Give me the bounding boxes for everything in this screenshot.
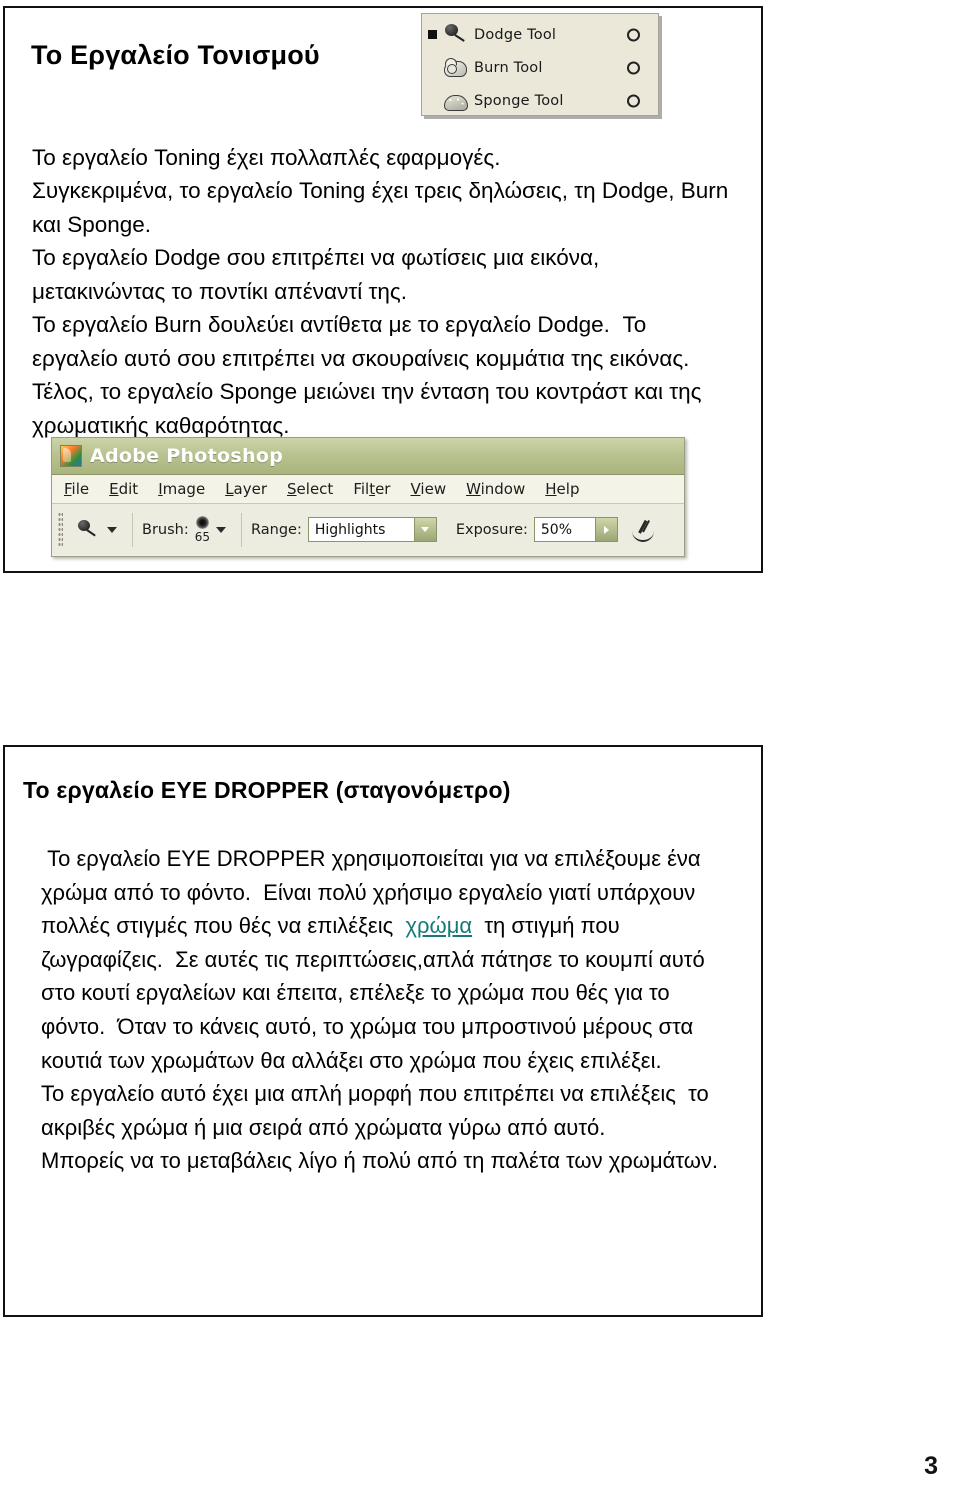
menu-image[interactable]: Image: [158, 480, 205, 498]
brush-chevron-down-icon[interactable]: [216, 526, 227, 533]
photoshop-app-icon: [60, 445, 82, 467]
brush-size-label: 65: [194, 529, 211, 544]
chevron-down-icon: [421, 527, 430, 532]
page-number: 3: [924, 1452, 938, 1480]
menu-layer[interactable]: Layer: [225, 480, 267, 498]
menu-window[interactable]: Window: [466, 480, 525, 498]
slide-2: Το εργαλείο EYE DROPPER (σταγονόμετρο) Τ…: [3, 745, 763, 1317]
slide-2-heading: Το εργαλείο EYE DROPPER (σταγονόμετρο): [23, 777, 511, 804]
dodge-tool-icon: [442, 23, 468, 47]
options-bar-grip[interactable]: [58, 511, 63, 548]
menu-file[interactable]: File: [64, 480, 89, 498]
flyout-item-label: Burn Tool: [474, 59, 543, 76]
exposure-label: Exposure:: [455, 521, 528, 538]
range-select[interactable]: Highlights: [307, 517, 437, 542]
chevron-right-icon: [603, 525, 609, 534]
range-dropdown-button[interactable]: [413, 518, 436, 541]
slide-1: Το Εργαλείο Τονισμού Dodge Tool Burn Too…: [3, 6, 763, 573]
range-value: Highlights: [314, 521, 386, 538]
radio-icon[interactable]: [627, 94, 640, 107]
flyout-item-dodge-tool[interactable]: Dodge Tool: [422, 18, 658, 51]
radio-icon[interactable]: [627, 61, 640, 74]
burn-tool-icon: [442, 56, 468, 80]
exposure-input[interactable]: 50%: [533, 517, 618, 542]
range-label: Range:: [251, 521, 302, 538]
active-tool-icon[interactable]: [77, 519, 97, 540]
flyout-item-burn-tool[interactable]: Burn Tool: [422, 51, 658, 84]
airbrush-toggle-icon[interactable]: [630, 518, 658, 542]
divider: [132, 512, 133, 547]
photoshop-title-label: Adobe Photoshop: [90, 445, 284, 467]
divider: [241, 512, 243, 547]
exposure-slider-button[interactable]: [594, 518, 617, 541]
menu-edit[interactable]: Edit: [109, 480, 138, 498]
slide-1-body-text: Το εργαλείο Toning έχει πολλαπλές εφαρμο…: [32, 144, 729, 438]
menu-select[interactable]: Select: [287, 480, 333, 498]
divider: [446, 513, 447, 547]
photoshop-options-bar: Brush: 65 Range: Highlights Exposure: 50…: [52, 504, 684, 555]
sponge-tool-icon: [442, 89, 468, 113]
brush-preview[interactable]: 65: [194, 515, 211, 544]
brush-label: Brush:: [142, 521, 189, 538]
adobe-photoshop-window: Adobe Photoshop File Edit Image Layer Se…: [51, 437, 685, 557]
toning-tool-flyout: Dodge Tool Burn Tool Sponge Tool: [421, 13, 659, 116]
photoshop-menubar: File Edit Image Layer Select Filter View…: [52, 475, 684, 504]
exposure-value: 50%: [540, 521, 572, 538]
brush-dot-icon: [195, 515, 209, 529]
slide-2-body-part-2: τη στιγμή που ζωγραφίζεις. Σε αυτές τις …: [41, 913, 719, 1174]
chroma-link[interactable]: χρώμα: [405, 913, 472, 938]
menu-help[interactable]: Help: [545, 480, 579, 498]
selected-marker-placeholder: [428, 63, 437, 72]
selected-marker-placeholder: [428, 96, 437, 105]
radio-icon[interactable]: [627, 28, 640, 41]
tool-preset-chevron-down-icon[interactable]: [107, 526, 117, 533]
flyout-item-sponge-tool[interactable]: Sponge Tool: [422, 84, 658, 117]
selected-marker-icon: [428, 30, 437, 39]
photoshop-titlebar: Adobe Photoshop: [52, 438, 684, 475]
menu-filter[interactable]: Filter: [353, 480, 390, 498]
slide-2-body-text: Το εργαλείο EYE DROPPER χρησιμοποιείται …: [41, 842, 731, 1178]
slide-1-heading: Το Εργαλείο Τονισμού: [31, 40, 320, 71]
menu-view[interactable]: View: [410, 480, 446, 498]
flyout-item-label: Sponge Tool: [474, 92, 564, 109]
flyout-item-label: Dodge Tool: [474, 26, 557, 43]
